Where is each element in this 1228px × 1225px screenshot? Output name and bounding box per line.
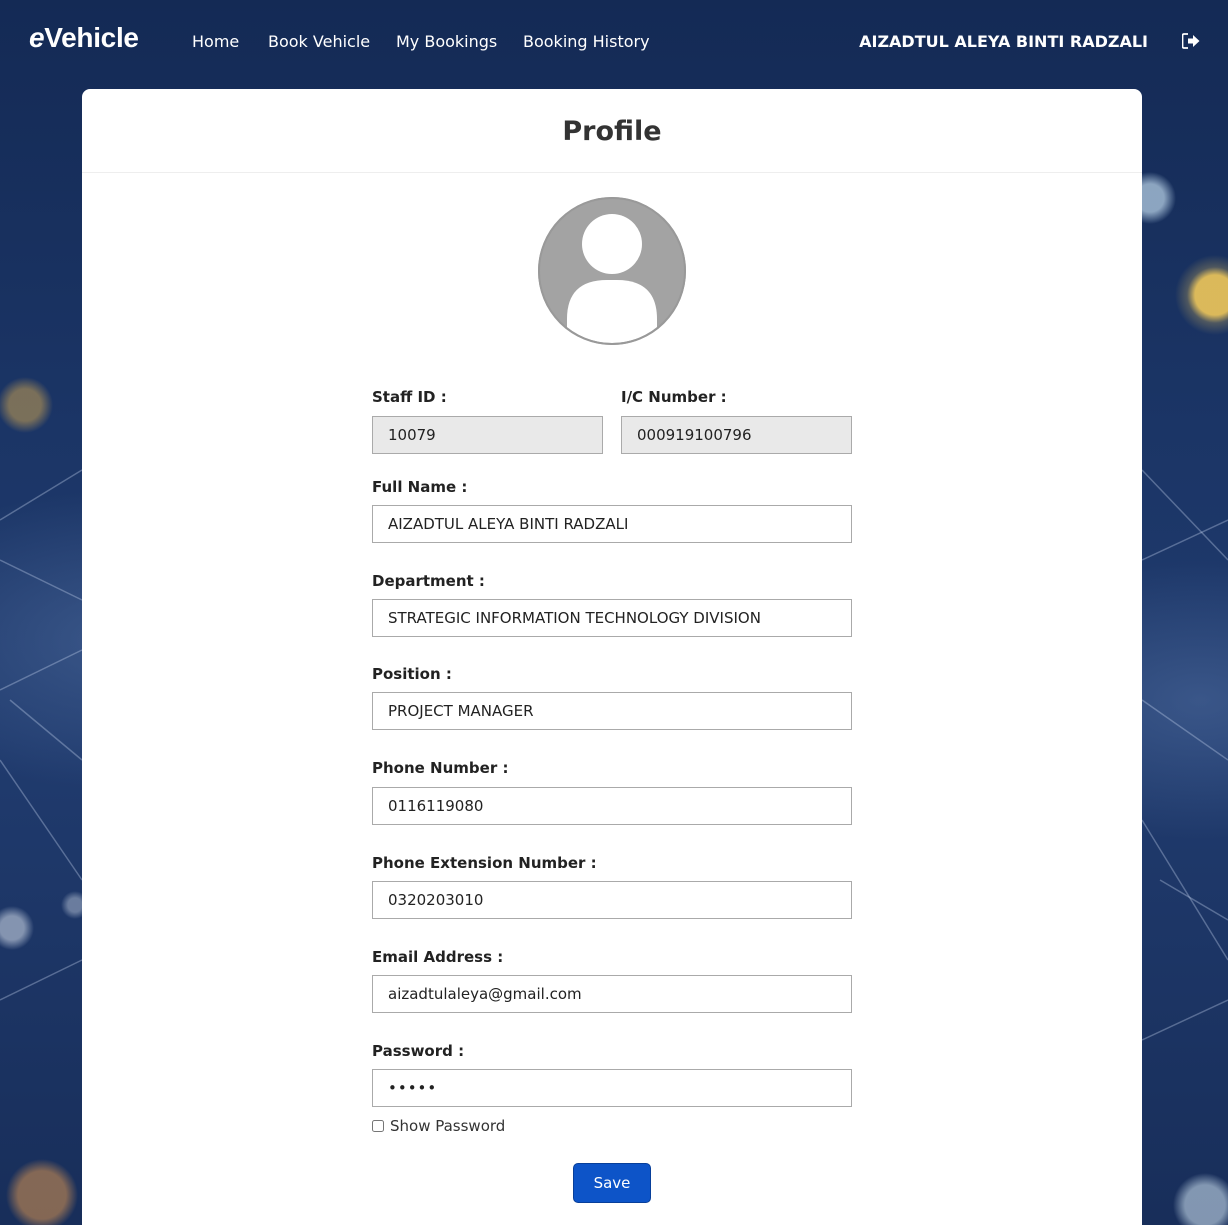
email-field[interactable] [372,975,852,1013]
sign-out-icon[interactable] [1182,33,1200,49]
phone-number-label: Phone Number : [372,759,509,777]
full-name-label: Full Name : [372,478,468,496]
department-label: Department : [372,572,485,590]
profile-card: Profile Staff ID : I/C Number : Full Nam… [82,89,1142,1225]
staff-id-field[interactable] [372,416,603,454]
nav-home[interactable]: Home [192,32,239,51]
department-field[interactable] [372,599,852,637]
user-name[interactable]: AIZADTUL ALEYA BINTI RADZALI [859,32,1148,51]
show-password-toggle[interactable]: Show Password [372,1117,505,1135]
top-navbar: eVehicle Home Book Vehicle My Bookings B… [0,0,1228,86]
nav-booking-history[interactable]: Booking History [523,32,650,51]
brand-prefix: e [29,22,45,53]
full-name-field[interactable] [372,505,852,543]
staff-id-label: Staff ID : [372,388,447,406]
position-label: Position : [372,665,452,683]
page-title: Profile [562,116,662,147]
show-password-label: Show Password [390,1117,506,1135]
phone-extension-field[interactable] [372,881,852,919]
nav-book-vehicle[interactable]: Book Vehicle [268,32,370,51]
position-field[interactable] [372,692,852,730]
ic-number-label: I/C Number : [621,388,727,406]
password-field[interactable] [372,1069,852,1107]
card-header: Profile [82,89,1142,173]
brand-name: Vehicle [44,22,139,53]
phone-number-field[interactable] [372,787,852,825]
show-password-checkbox[interactable] [372,1120,384,1132]
ic-number-field[interactable] [621,416,852,454]
phone-extension-label: Phone Extension Number : [372,854,597,872]
user-avatar-icon [538,197,686,345]
password-label: Password : [372,1042,465,1060]
brand-logo[interactable]: eVehicle [29,22,139,54]
nav-my-bookings[interactable]: My Bookings [396,32,497,51]
email-label: Email Address : [372,948,504,966]
save-button[interactable]: Save [573,1163,651,1203]
